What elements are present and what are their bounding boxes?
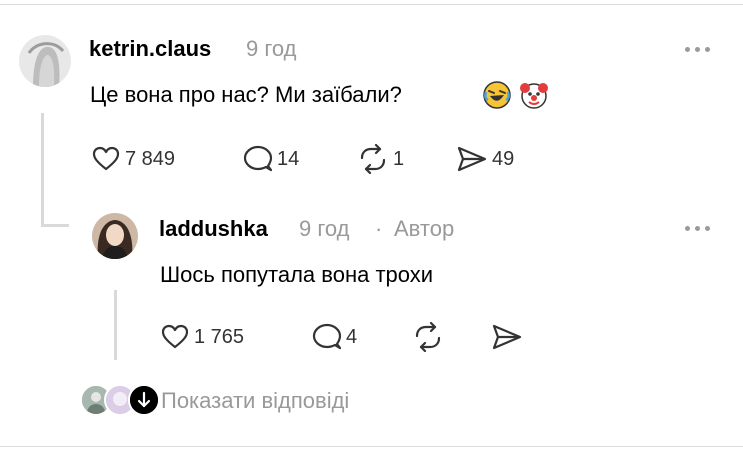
reply-share-button[interactable] [491,322,523,352]
repost-icon [415,322,441,352]
reply-text: Шось попутала вона трохи [160,262,434,287]
repost-count: 1 [393,147,405,170]
bottom-divider [0,446,743,447]
expand-replies-icon[interactable] [128,384,160,416]
comment-repost-button[interactable]: 1 [357,144,404,174]
reply-like-count: 1 765 [194,325,245,348]
comment-more-icon[interactable] [685,47,710,52]
comment-text: Це вона про нас? Ми заїбали? [90,82,402,107]
send-icon [457,146,487,172]
comment-username[interactable]: ketrin.claus [89,36,211,62]
top-divider [0,4,743,5]
author-badge: Автор [394,216,455,241]
reply-repost-button[interactable] [412,322,444,352]
reply-reply-count: 4 [346,325,358,348]
like-count: 7 849 [125,147,176,170]
reply-thread-line [114,290,117,360]
reply-reply-button[interactable]: 4 [312,322,357,352]
speech-bubble-icon [312,323,342,350]
avatar[interactable] [19,35,71,87]
reply-separator: · [375,216,383,241]
reply-count: 14 [277,147,300,170]
reply-avatar[interactable] [92,213,138,259]
reply-more-icon[interactable] [685,226,710,231]
comment-timestamp: 9 год [246,36,297,61]
reply-username[interactable]: laddushka [159,216,268,242]
send-icon [492,324,522,350]
speech-bubble-icon [243,145,273,172]
rolling-laughing-emoji [482,80,512,110]
heart-icon [161,324,189,349]
heart-icon [92,146,120,171]
comment-like-button[interactable]: 7 849 [91,144,175,174]
reply-like-button[interactable]: 1 765 [160,322,244,352]
clown-face-emoji [519,80,549,110]
comment-share-button[interactable]: 49 [456,144,514,174]
show-replies-link[interactable]: Показати відповіді [161,388,349,414]
reply-timestamp: 9 год [299,216,350,241]
repost-icon [360,144,386,174]
thread-connector [41,224,69,227]
share-count: 49 [492,147,515,170]
thread-line [41,113,44,225]
comment-reply-button[interactable]: 14 [243,144,299,174]
